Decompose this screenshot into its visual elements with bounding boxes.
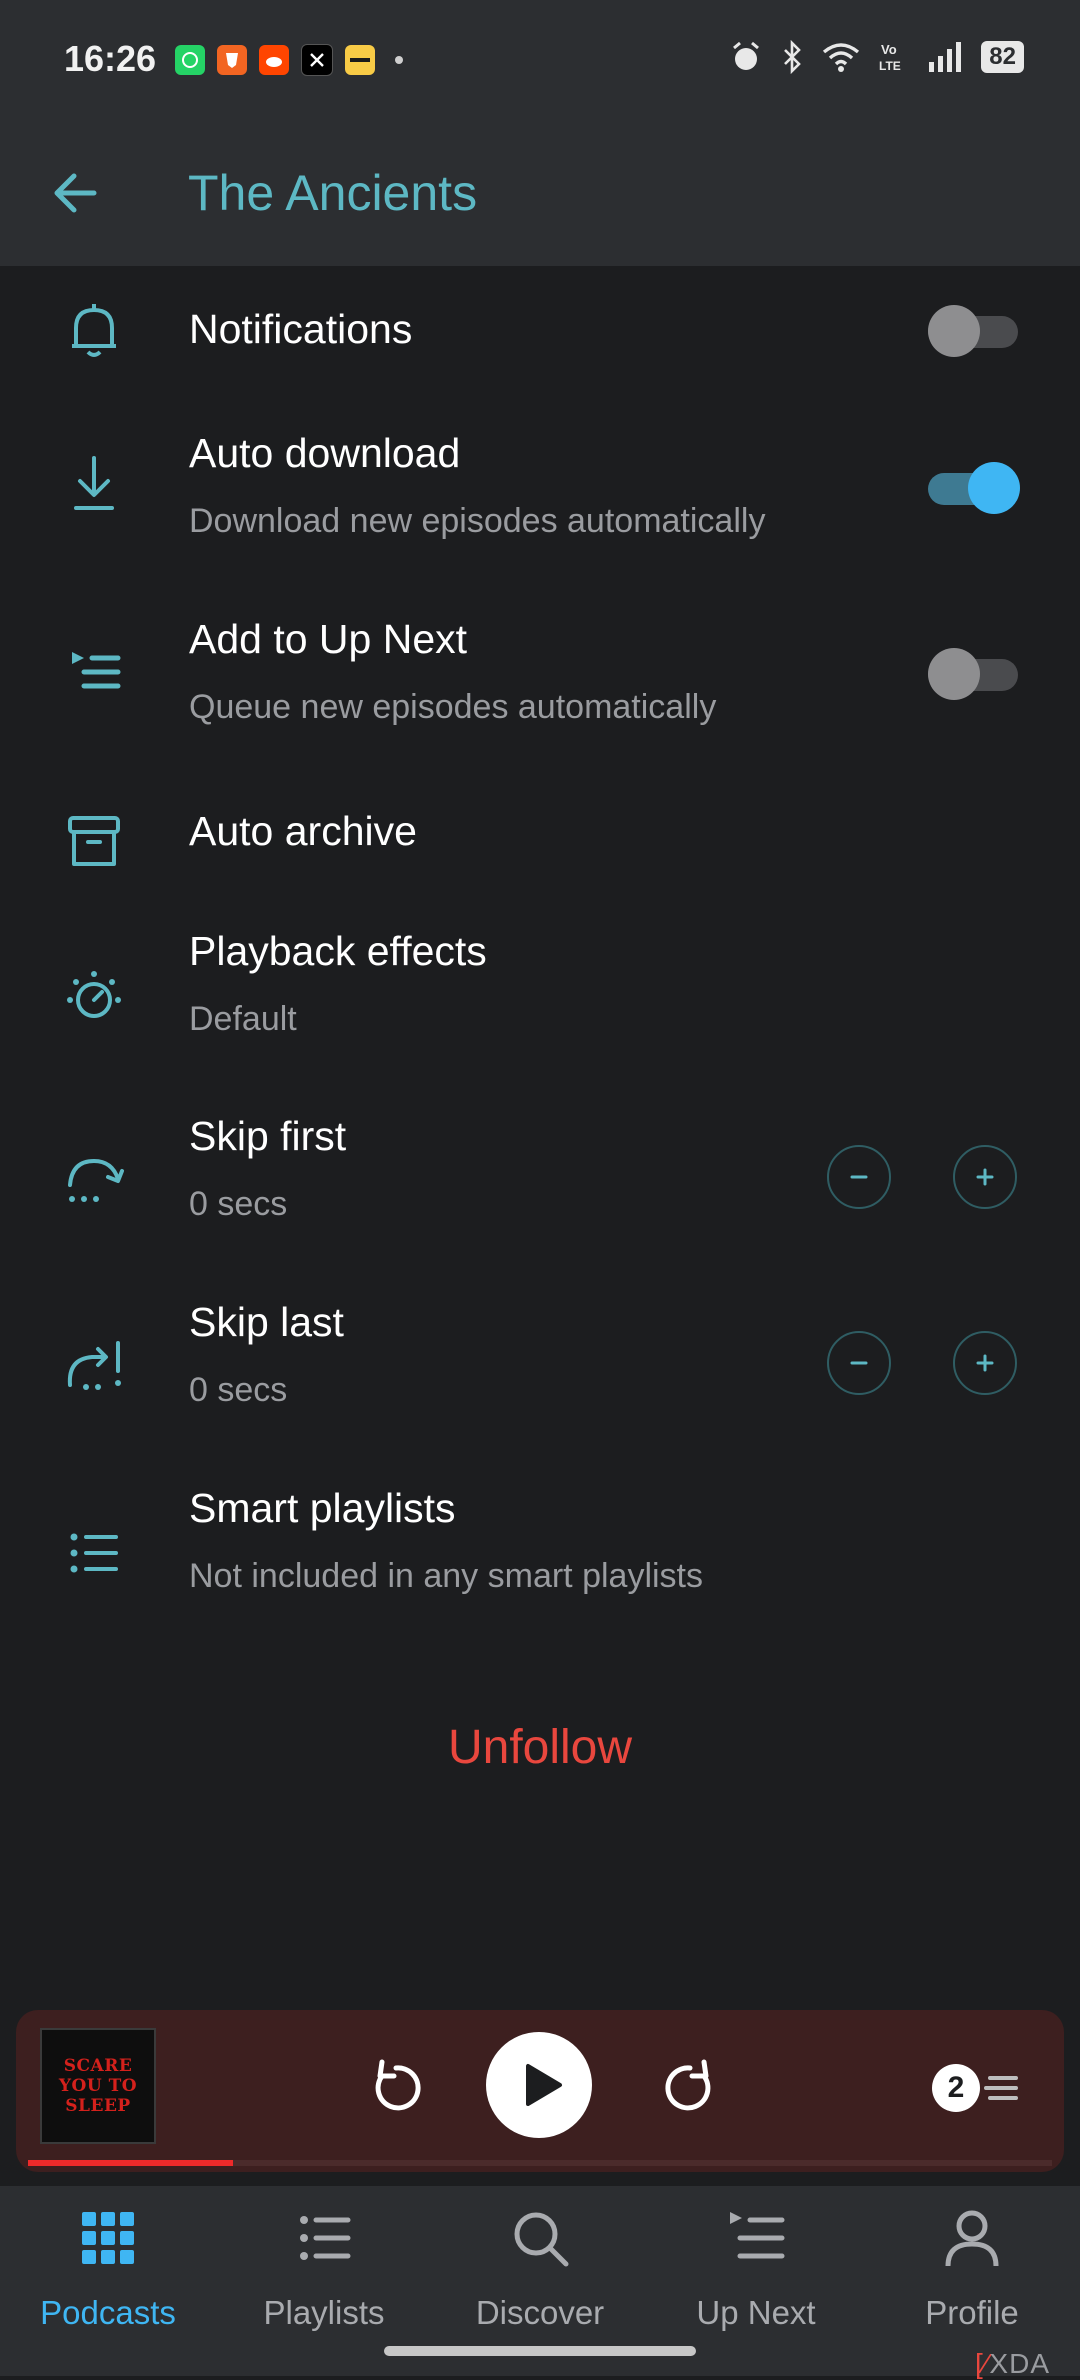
minus-icon	[850, 1361, 868, 1365]
add-to-up-next-row[interactable]: Add to Up Next Queue new episodes automa…	[0, 596, 1080, 746]
bluetooth-icon	[784, 40, 802, 74]
battery-indicator: 82	[981, 41, 1024, 73]
tab-playlists[interactable]: Playlists	[216, 2208, 432, 2338]
page-title: The Ancients	[188, 165, 478, 221]
app-bar: The Ancients	[0, 120, 1080, 266]
up-next-queue-button[interactable]: 2	[932, 2064, 1020, 2112]
auto-download-subtitle: Download new episodes automatically	[189, 502, 766, 540]
svg-text:LTE: LTE	[879, 59, 901, 73]
archive-icon	[68, 816, 120, 866]
playback-effects-title: Playback effects	[189, 928, 487, 974]
artwork-text-line-2: YOU TO	[58, 2076, 138, 2096]
playback-effects-icon	[67, 971, 121, 1018]
status-time: 16:26	[64, 38, 157, 79]
tab-up-next-label: Up Next	[696, 2294, 816, 2331]
up-next-icon	[730, 2212, 785, 2259]
playback-effects-row[interactable]: Playback effects Default	[0, 920, 1080, 1070]
tab-profile[interactable]: Profile	[864, 2208, 1080, 2338]
plus-icon	[976, 1168, 994, 1186]
fast-forward-icon	[665, 2059, 711, 2111]
arrow-left-icon	[54, 173, 97, 213]
tab-podcasts[interactable]: Podcasts	[0, 2208, 216, 2338]
smart-playlists-row[interactable]: Smart playlists Not included in any smar…	[0, 1477, 1080, 1627]
notifications-row[interactable]: Notifications	[0, 270, 1080, 390]
auto-download-toggle[interactable]	[928, 462, 1020, 514]
whatsapp-icon	[175, 45, 205, 75]
skip-last-row: Skip last 0 secs	[0, 1291, 1080, 1441]
playlist-icon	[300, 2216, 351, 2260]
smart-playlists-subtitle: Not included in any smart playlists	[189, 1557, 704, 1595]
notifications-title: Notifications	[189, 306, 413, 352]
tab-discover-label: Discover	[475, 2294, 605, 2331]
tab-playlists-label: Playlists	[263, 2294, 385, 2331]
skip-last-value: 0 secs	[189, 1371, 288, 1409]
tab-profile-label: Profile	[925, 2294, 1019, 2331]
notification-icons	[175, 44, 403, 76]
home-indicator[interactable]	[384, 2346, 696, 2356]
queue-list-icon	[984, 2076, 1018, 2100]
artwork-text-line-3: SLEEP	[65, 2096, 131, 2116]
skip-back-button[interactable]	[364, 2054, 428, 2118]
skip-first-value: 0 secs	[189, 1185, 288, 1223]
status-bar: 16:26 Vo LTE 82	[0, 0, 1080, 120]
minus-icon	[850, 1175, 868, 1179]
svg-text:Vo: Vo	[881, 42, 897, 57]
wifi-icon	[823, 43, 860, 72]
watermark-text: XDA	[989, 2348, 1050, 2379]
grid-icon	[82, 2212, 134, 2264]
reddit-icon	[259, 45, 289, 75]
smart-playlists-title: Smart playlists	[189, 1485, 456, 1531]
skip-first-row: Skip first 0 secs	[0, 1105, 1080, 1255]
auto-archive-row[interactable]: Auto archive	[0, 786, 1080, 906]
up-next-queue-icon	[72, 652, 121, 689]
bell-icon	[72, 304, 116, 357]
blinkit-icon	[345, 45, 375, 75]
skip-forward-button[interactable]	[658, 2054, 722, 2118]
back-button[interactable]	[48, 165, 104, 221]
queue-count-badge: 2	[932, 2064, 980, 2112]
plus-icon	[976, 1354, 994, 1372]
xda-watermark: [⁄XDA	[974, 2348, 1050, 2379]
brave-icon	[217, 45, 247, 75]
add-to-up-next-title: Add to Up Next	[189, 616, 468, 662]
skip-first-decrease-button[interactable]	[827, 1145, 891, 1209]
profile-icon	[945, 2210, 999, 2267]
notifications-toggle[interactable]	[928, 305, 1018, 357]
auto-archive-title: Auto archive	[189, 808, 417, 854]
more-notifications-dot	[395, 56, 403, 64]
x-icon	[301, 44, 333, 76]
skip-last-title: Skip last	[189, 1299, 344, 1345]
tab-discover[interactable]: Discover	[432, 2208, 648, 2338]
skip-first-icon	[68, 1158, 124, 1202]
skip-first-title: Skip first	[189, 1113, 347, 1159]
volte-icon: Vo LTE	[879, 42, 901, 73]
skip-last-decrease-button[interactable]	[827, 1331, 891, 1395]
auto-download-title: Auto download	[189, 430, 461, 476]
unfollow-button[interactable]: Unfollow	[0, 1720, 1080, 1775]
playback-effects-subtitle: Default	[189, 1000, 297, 1038]
artwork-text-line-1: SCARE	[63, 2056, 133, 2076]
add-to-up-next-toggle[interactable]	[928, 648, 1018, 700]
system-icons: Vo LTE 82	[729, 40, 1024, 74]
alarm-icon	[733, 41, 760, 70]
play-button[interactable]	[486, 2032, 592, 2138]
list-icon	[70, 1533, 118, 1573]
tab-up-next[interactable]: Up Next	[648, 2208, 864, 2338]
signal-icon	[929, 42, 962, 72]
skip-last-icon	[67, 1341, 121, 1390]
skip-last-increase-button[interactable]	[953, 1331, 1017, 1395]
mini-player[interactable]: SCARE YOU TO SLEEP 2	[16, 2010, 1064, 2172]
skip-first-increase-button[interactable]	[953, 1145, 1017, 1209]
play-icon	[526, 2064, 562, 2106]
podcast-artwork[interactable]: SCARE YOU TO SLEEP	[40, 2028, 156, 2144]
playback-progress-fill	[28, 2160, 233, 2166]
add-to-up-next-subtitle: Queue new episodes automatically	[189, 688, 717, 726]
rewind-icon	[375, 2059, 421, 2111]
tab-podcasts-label: Podcasts	[40, 2294, 176, 2331]
search-icon	[514, 2212, 569, 2267]
download-icon	[74, 456, 114, 510]
auto-download-row[interactable]: Auto download Download new episodes auto…	[0, 410, 1080, 560]
